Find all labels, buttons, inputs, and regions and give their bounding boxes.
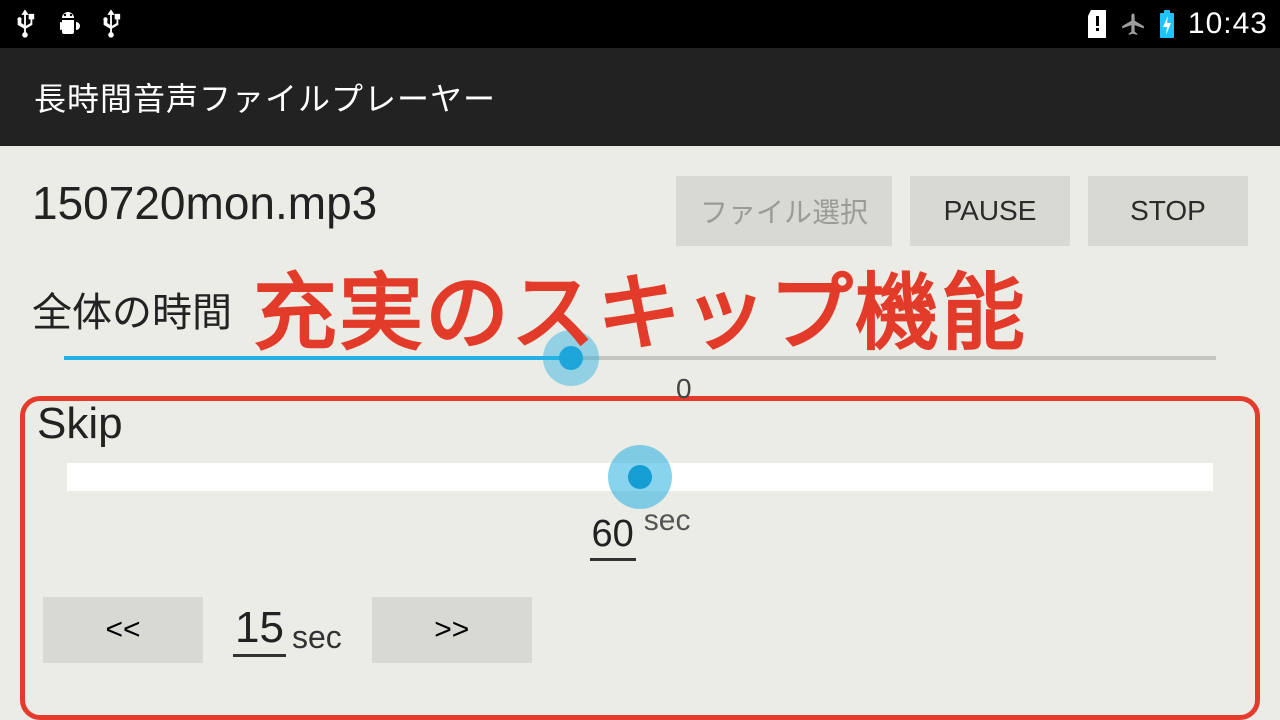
android-status-bar: 10:43 <box>0 0 1280 48</box>
skip-label: Skip <box>37 399 123 449</box>
skip-back-button[interactable]: << <box>43 597 203 663</box>
timeline-slider[interactable] <box>64 356 1216 360</box>
current-file-name: 150720mon.mp3 <box>32 176 377 230</box>
status-clock: 10:43 <box>1188 7 1268 41</box>
usb-icon <box>100 9 122 39</box>
app-action-bar: 長時間音声ファイルプレーヤー <box>0 48 1280 146</box>
skip-step-unit: sec <box>644 504 691 538</box>
skip-slider-value: 0 <box>123 373 1245 405</box>
skip-forward-button[interactable]: >> <box>372 597 532 663</box>
airplane-mode-icon <box>1120 11 1146 37</box>
usb-icon <box>14 9 36 39</box>
total-time-label: 全体の時間 <box>32 280 1248 338</box>
sd-card-alert-icon <box>1086 10 1108 38</box>
pause-button[interactable]: PAUSE <box>910 176 1070 246</box>
stop-button[interactable]: STOP <box>1088 176 1248 246</box>
choose-file-button[interactable]: ファイル選択 <box>676 176 892 246</box>
skip-step-input[interactable]: 60 <box>590 513 636 561</box>
adb-icon <box>56 10 80 38</box>
skip-section-highlight: Skip 0 60 sec << 15 sec >> <box>20 396 1260 720</box>
quick-skip-unit: sec <box>292 619 342 656</box>
quick-skip-input[interactable]: 15 <box>233 603 286 657</box>
main-content: 150720mon.mp3 ファイル選択 PAUSE STOP 全体の時間 充実… <box>0 146 1280 720</box>
battery-charging-icon <box>1158 10 1176 38</box>
skip-slider[interactable] <box>67 463 1213 491</box>
app-title: 長時間音声ファイルプレーヤー <box>34 74 496 120</box>
